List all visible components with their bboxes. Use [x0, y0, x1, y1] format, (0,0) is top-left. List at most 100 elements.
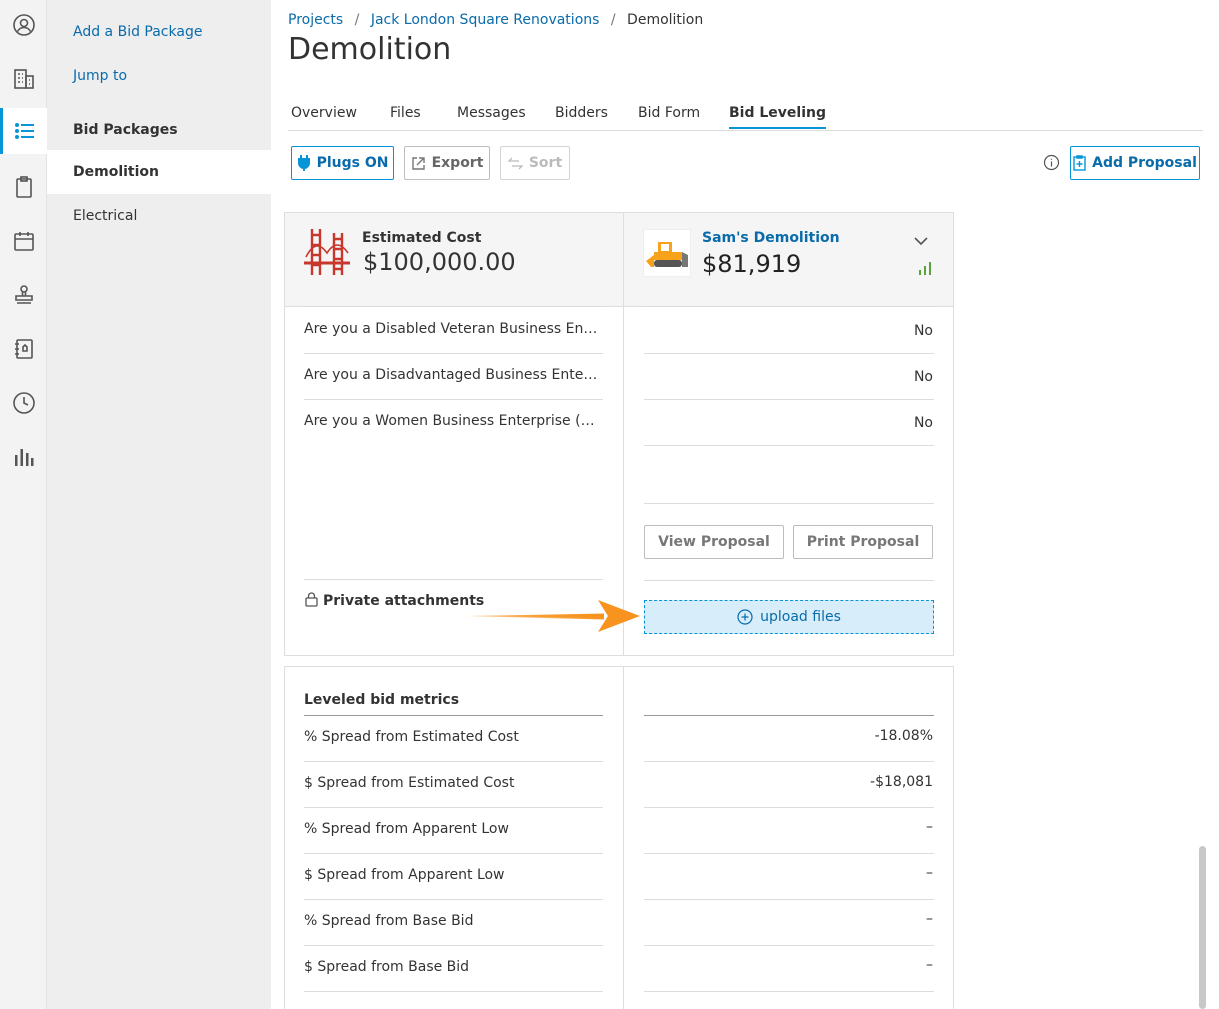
breadcrumb-separator: /: [354, 12, 360, 28]
row-divider: [644, 399, 934, 400]
plugs-toggle-button[interactable]: Plugs ON: [291, 146, 394, 180]
list-icon[interactable]: [0, 108, 47, 154]
row-divider: [644, 445, 934, 446]
row-divider: [644, 503, 934, 504]
tab-files[interactable]: Files: [390, 105, 421, 121]
metric-label: % Spread from Base Bid: [304, 913, 474, 929]
breadcrumb-separator: /: [610, 12, 616, 28]
metric-label: $ Spread from Estimated Cost: [304, 775, 515, 791]
nav-item-demolition[interactable]: Demolition: [47, 150, 271, 194]
clock-icon[interactable]: [0, 380, 47, 426]
metrics-panel: [284, 666, 954, 1009]
tab-overview[interactable]: Overview: [291, 105, 357, 121]
stamp-icon[interactable]: [0, 272, 47, 318]
bulldozer-logo-icon: [643, 229, 691, 277]
metric-label: % Spread from Estimated Cost: [304, 729, 519, 745]
tab-bar: Overview Files Messages Bidders Bid Form…: [288, 92, 1203, 131]
tab-bid-form[interactable]: Bid Form: [638, 105, 700, 121]
row-divider: [304, 579, 603, 580]
question-wbe-value: No: [913, 415, 933, 431]
row-divider: [644, 991, 934, 992]
add-bid-package-link[interactable]: Add a Bid Package: [47, 10, 271, 54]
print-proposal-button[interactable]: Print Proposal: [793, 525, 933, 559]
row-divider: [304, 761, 603, 762]
bid-package-nav: Add a Bid Package Jump to Bid Packages D…: [47, 0, 271, 1009]
question-dvbe-label: Are you a Disabled Veteran Business Ente…: [304, 321, 602, 337]
add-proposal-button[interactable]: Add Proposal: [1070, 146, 1200, 180]
row-divider: [644, 807, 934, 808]
breadcrumb-projects[interactable]: Projects: [288, 12, 343, 28]
upload-files-dropzone[interactable]: upload files: [644, 600, 934, 634]
signal-bars-icon: [918, 260, 934, 280]
estimated-cost-label: Estimated Cost: [362, 230, 482, 246]
row-divider: [304, 306, 603, 307]
estimated-cost-value: $100,000.00: [363, 248, 516, 276]
calendar-icon[interactable]: [0, 218, 47, 264]
metric-value: –: [926, 865, 933, 881]
row-divider: [644, 306, 934, 307]
clipboard-add-icon: [1073, 155, 1086, 171]
bridge-logo-icon: [304, 227, 350, 281]
add-proposal-label: Add Proposal: [1092, 155, 1197, 171]
metric-value: –: [926, 957, 933, 973]
metric-label: % Spread from Apparent Low: [304, 821, 509, 837]
tab-messages[interactable]: Messages: [457, 105, 526, 121]
question-dvbe-value: No: [913, 323, 933, 339]
question-dbe-label: Are you a Disadvantaged Business Enterpr…: [304, 367, 602, 383]
sort-label: Sort: [528, 155, 563, 171]
row-divider: [644, 945, 934, 946]
sort-button[interactable]: Sort: [500, 146, 570, 180]
row-divider: [304, 991, 603, 992]
clipboard-icon[interactable]: [0, 164, 47, 210]
tab-bidders[interactable]: Bidders: [555, 105, 608, 121]
user-circle-icon[interactable]: [0, 2, 47, 48]
export-label: Export: [431, 155, 484, 171]
info-icon[interactable]: [1043, 154, 1060, 175]
sort-icon: [507, 157, 523, 169]
row-divider: [304, 853, 603, 854]
metric-value: -18.08%: [874, 728, 933, 744]
bid-packages-heading: Bid Packages: [73, 122, 178, 138]
notebook-icon[interactable]: [0, 326, 47, 372]
building-icon[interactable]: [0, 56, 47, 102]
view-proposal-button[interactable]: View Proposal: [644, 525, 784, 559]
row-divider: [644, 353, 934, 354]
export-icon: [411, 156, 425, 170]
breadcrumb-project[interactable]: Jack London Square Renovations: [371, 12, 600, 28]
row-divider: [644, 899, 934, 900]
plugs-label: Plugs ON: [316, 155, 389, 171]
row-divider: [304, 807, 603, 808]
tab-bid-leveling[interactable]: Bid Leveling: [729, 105, 826, 129]
column-divider: [623, 666, 624, 1009]
private-attachments-label: Private attachments: [323, 593, 485, 609]
column-divider: [623, 212, 624, 656]
row-divider: [644, 761, 934, 762]
nav-item-electrical[interactable]: Electrical: [47, 194, 271, 238]
jump-to-link[interactable]: Jump to: [47, 54, 271, 98]
row-divider: [304, 945, 603, 946]
upload-files-label: upload files: [760, 609, 841, 625]
question-wbe-label: Are you a Women Business Enterprise (WBE…: [304, 413, 602, 429]
page-title: Demolition: [288, 32, 452, 67]
row-divider: [304, 399, 603, 400]
annotation-arrow-icon: [464, 598, 642, 638]
metric-value: -$18,081: [870, 774, 933, 790]
lock-icon: [305, 592, 318, 611]
row-divider: [644, 580, 934, 581]
metric-label: $ Spread from Base Bid: [304, 959, 470, 975]
app-rail: [0, 0, 47, 1009]
vertical-scrollbar[interactable]: [1199, 846, 1206, 1009]
metrics-heading: Leveled bid metrics: [304, 692, 460, 708]
bidder-name-link[interactable]: Sam's Demolition: [702, 230, 840, 246]
bar-chart-icon[interactable]: [0, 434, 47, 480]
row-divider: [304, 353, 603, 354]
metric-value: –: [926, 911, 933, 927]
plus-circle-icon: [737, 609, 753, 625]
row-divider: [304, 715, 603, 716]
question-dbe-value: No: [913, 369, 933, 385]
plug-icon: [297, 155, 310, 171]
chevron-down-icon[interactable]: [914, 231, 928, 250]
export-button[interactable]: Export: [404, 146, 490, 180]
row-divider: [304, 899, 603, 900]
row-divider: [644, 715, 934, 716]
